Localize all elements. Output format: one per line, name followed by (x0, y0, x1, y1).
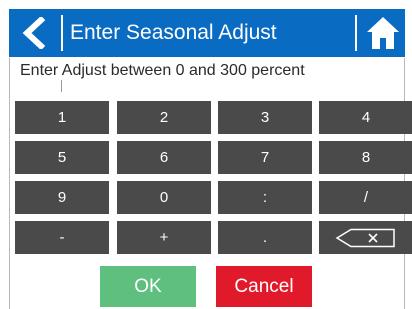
screen: Enter Seasonal Adjust Enter Adjust betwe… (0, 0, 412, 309)
instruction-text: Enter Adjust between 0 and 300 percent (20, 62, 305, 79)
key-8[interactable]: 8 (319, 141, 412, 174)
key-backspace[interactable] (319, 221, 412, 254)
key-plus[interactable]: + (117, 221, 211, 254)
key-9[interactable]: 9 (15, 181, 109, 214)
key-4[interactable]: 4 (319, 101, 412, 134)
key-colon[interactable]: : (218, 181, 312, 214)
key-0[interactable]: 0 (117, 181, 211, 214)
frame-border (9, 58, 10, 309)
home-button[interactable] (359, 9, 405, 57)
key-period[interactable]: . (218, 221, 312, 254)
home-icon (367, 17, 399, 49)
backspace-icon (335, 228, 395, 247)
key-minus[interactable]: - (15, 221, 109, 254)
key-6[interactable]: 6 (117, 141, 211, 174)
header-divider (355, 15, 357, 51)
header-divider (61, 15, 63, 51)
cancel-button[interactable]: Cancel (216, 266, 312, 307)
page-title: Enter Seasonal Adjust (70, 21, 277, 44)
key-1[interactable]: 1 (15, 101, 109, 134)
key-3[interactable]: 3 (218, 101, 312, 134)
ok-button[interactable]: OK (100, 266, 196, 307)
key-slash[interactable]: / (319, 181, 412, 214)
key-7[interactable]: 7 (218, 141, 312, 174)
chevron-left-icon (22, 17, 46, 49)
header-bar: Enter Seasonal Adjust (9, 9, 405, 57)
key-5[interactable]: 5 (15, 141, 109, 174)
key-2[interactable]: 2 (117, 101, 211, 134)
back-button[interactable] (9, 9, 59, 57)
text-cursor[interactable] (61, 80, 62, 92)
